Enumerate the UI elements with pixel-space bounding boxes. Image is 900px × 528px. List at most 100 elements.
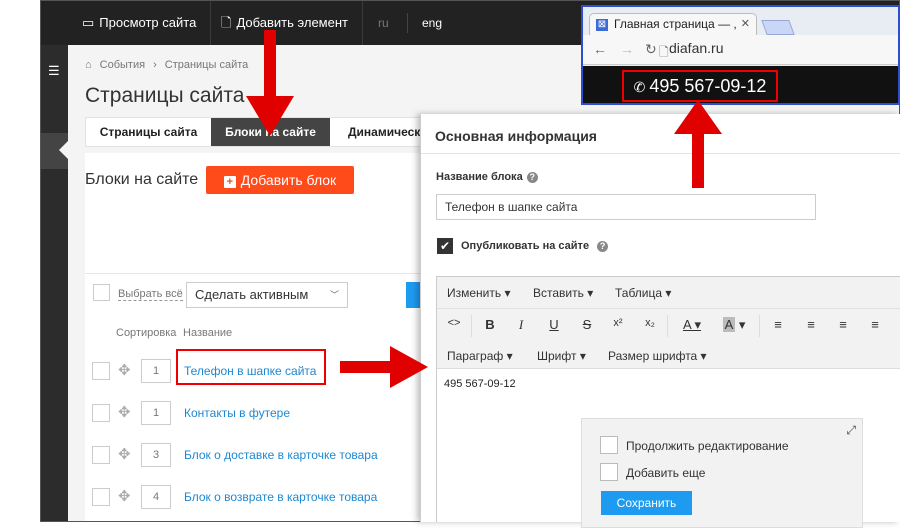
editor-toolbar: <> B I U S x² x₂ A ▾ A ▾ ≡ ≡ ≡ ≡ Парагра… (437, 309, 900, 369)
subscript-icon[interactable]: x₂ (639, 317, 661, 329)
editor-menubar: Изменить ▾ Вставить ▾ Таблица ▾ (437, 277, 900, 309)
sort-input[interactable]: 1 (141, 359, 171, 383)
menu-edit[interactable]: Изменить ▾ (447, 286, 511, 300)
table-row: ✥ 3 Блок о доставке в карточке товара (85, 437, 465, 479)
add-block-button[interactable]: + Добавить блок (206, 166, 354, 194)
strikethrough-icon[interactable]: S (576, 317, 598, 332)
expand-icon[interactable]: ⤢ (846, 423, 856, 438)
add-block-label: Добавить блок (240, 172, 337, 188)
block-name-label: Название блока? (436, 171, 538, 183)
menu-icon[interactable]: ☰ (48, 63, 60, 79)
view-site-link[interactable]: ▭ Просмотр сайта (68, 1, 212, 45)
address-field[interactable]: diafan.ru (669, 40, 723, 56)
align-right-icon[interactable]: ≡ (832, 317, 854, 332)
col-header-name[interactable]: Название (183, 327, 232, 339)
block-name-link[interactable]: Контакты в футере (184, 406, 290, 420)
arrow-down-icon (246, 30, 294, 136)
help-icon[interactable]: ? (597, 241, 609, 252)
tab-pages[interactable]: Страницы сайта (86, 118, 211, 146)
browser-window: ⊠ Главная страница — , ✕ ← → ↻ 🗋 diafan.… (581, 5, 900, 105)
drag-handle-icon[interactable]: ✥ (118, 445, 131, 463)
sort-input[interactable]: 1 (141, 401, 171, 425)
back-icon[interactable]: ← (593, 41, 607, 57)
publish-label: Опубликовать на сайте? (461, 240, 609, 252)
sort-input[interactable]: 3 (141, 443, 171, 467)
block-name-label-text: Название блока (436, 171, 523, 183)
align-center-icon[interactable]: ≡ (800, 317, 822, 332)
publish-checkbox[interactable]: ✔ (437, 238, 453, 254)
background-color-icon[interactable]: A ▾ (717, 317, 751, 333)
blocks-heading: Блоки на сайте (85, 171, 199, 188)
action-select[interactable]: Сделать активным ﹀ (186, 282, 348, 308)
sidebar-notch (59, 141, 68, 159)
row-checkbox[interactable] (92, 488, 110, 506)
format-paragraph[interactable]: Параграф ▾ (447, 349, 513, 363)
favicon-icon: ⊠ (596, 19, 608, 31)
block-name-link[interactable]: Блок о возврате в карточке товара (184, 490, 377, 504)
toolbar-separator (759, 315, 760, 337)
monitor-icon: ▭ (82, 15, 95, 30)
sort-input[interactable]: 4 (141, 485, 171, 509)
row-checkbox[interactable] (92, 362, 110, 380)
select-all-link[interactable]: Выбрать всё (118, 288, 183, 301)
close-icon[interactable]: ✕ (741, 14, 750, 35)
reload-icon[interactable]: ↻ (645, 41, 657, 58)
address-bar: ← → ↻ 🗋 diafan.ru (583, 35, 898, 65)
source-code-icon[interactable]: <> (443, 317, 465, 329)
block-name-field[interactable]: Телефон в шапке сайта (436, 194, 816, 220)
align-left-icon[interactable]: ≡ (767, 317, 789, 332)
arrow-up-icon (674, 100, 722, 188)
drag-handle-icon[interactable]: ✥ (118, 487, 131, 505)
plus-icon: + (223, 176, 236, 188)
format-font[interactable]: Шрифт ▾ (537, 349, 586, 363)
underline-icon[interactable]: U (543, 317, 565, 332)
drag-handle-icon[interactable]: ✥ (118, 361, 131, 379)
menu-table[interactable]: Таблица ▾ (615, 286, 671, 300)
site-phone: ✆ 495 567-09-12 (622, 70, 778, 102)
add-element-label: Добавить элемент (236, 15, 348, 30)
table-row: ✥ 4 Блок о возврате в карточке товара (85, 479, 465, 521)
add-more-label: Добавить еще (626, 466, 706, 480)
document-icon: 🗋 (221, 15, 232, 30)
editor-content[interactable]: 495 567-09-12 (444, 378, 516, 390)
breadcrumb-pages[interactable]: Страницы сайта (165, 59, 249, 71)
col-header-sort[interactable]: Сортировка (116, 327, 176, 339)
lang-ru[interactable]: ru (378, 1, 389, 45)
align-justify-icon[interactable]: ≡ (864, 317, 886, 332)
menu-insert[interactable]: Вставить ▾ (533, 286, 593, 300)
browser-tab[interactable]: ⊠ Главная страница — , ✕ (589, 13, 757, 35)
text-color-icon[interactable]: A ▾ (675, 317, 709, 333)
save-button[interactable]: Сохранить (601, 491, 692, 515)
blocks-panel: Блоки на сайте + Добавить блок Выбрать вс… (85, 153, 476, 521)
site-phone-text: 495 567-09-12 (649, 76, 767, 96)
browser-tab-title: Главная страница — , (614, 17, 737, 31)
divider (85, 273, 465, 274)
highlight-box (176, 349, 326, 385)
select-all-checkbox[interactable] (93, 284, 110, 301)
italic-icon[interactable]: I (510, 317, 532, 333)
toolbar-separator (667, 315, 668, 337)
breadcrumb: ⌂ События › Страницы сайта (85, 59, 256, 71)
site-header: ✆ 495 567-09-12 (583, 66, 898, 103)
action-select-value: Сделать активным (195, 287, 309, 302)
page-title: Страницы сайта (85, 84, 245, 107)
new-tab-button[interactable] (761, 20, 795, 35)
format-font-size[interactable]: Размер шрифта ▾ (608, 349, 707, 363)
left-sidebar: ☰ (41, 45, 68, 521)
help-icon[interactable]: ? (526, 172, 538, 183)
row-checkbox[interactable] (92, 404, 110, 422)
bold-icon[interactable]: B (479, 317, 501, 332)
row-checkbox[interactable] (92, 446, 110, 464)
superscript-icon[interactable]: x² (607, 317, 629, 329)
arrow-right-icon (340, 346, 428, 388)
home-icon[interactable]: ⌂ (85, 59, 92, 71)
block-name-link[interactable]: Блок о доставке в карточке товара (184, 448, 378, 462)
drag-handle-icon[interactable]: ✥ (118, 403, 131, 421)
add-more-checkbox[interactable] (600, 463, 618, 481)
lang-eng[interactable]: eng (422, 1, 442, 45)
forward-icon[interactable]: → (620, 41, 634, 57)
table-row: ✥ 1 Контакты в футере (85, 395, 465, 437)
continue-editing-checkbox[interactable] (600, 436, 618, 454)
toolbar-separator (471, 315, 472, 337)
breadcrumb-events[interactable]: События (100, 59, 145, 71)
